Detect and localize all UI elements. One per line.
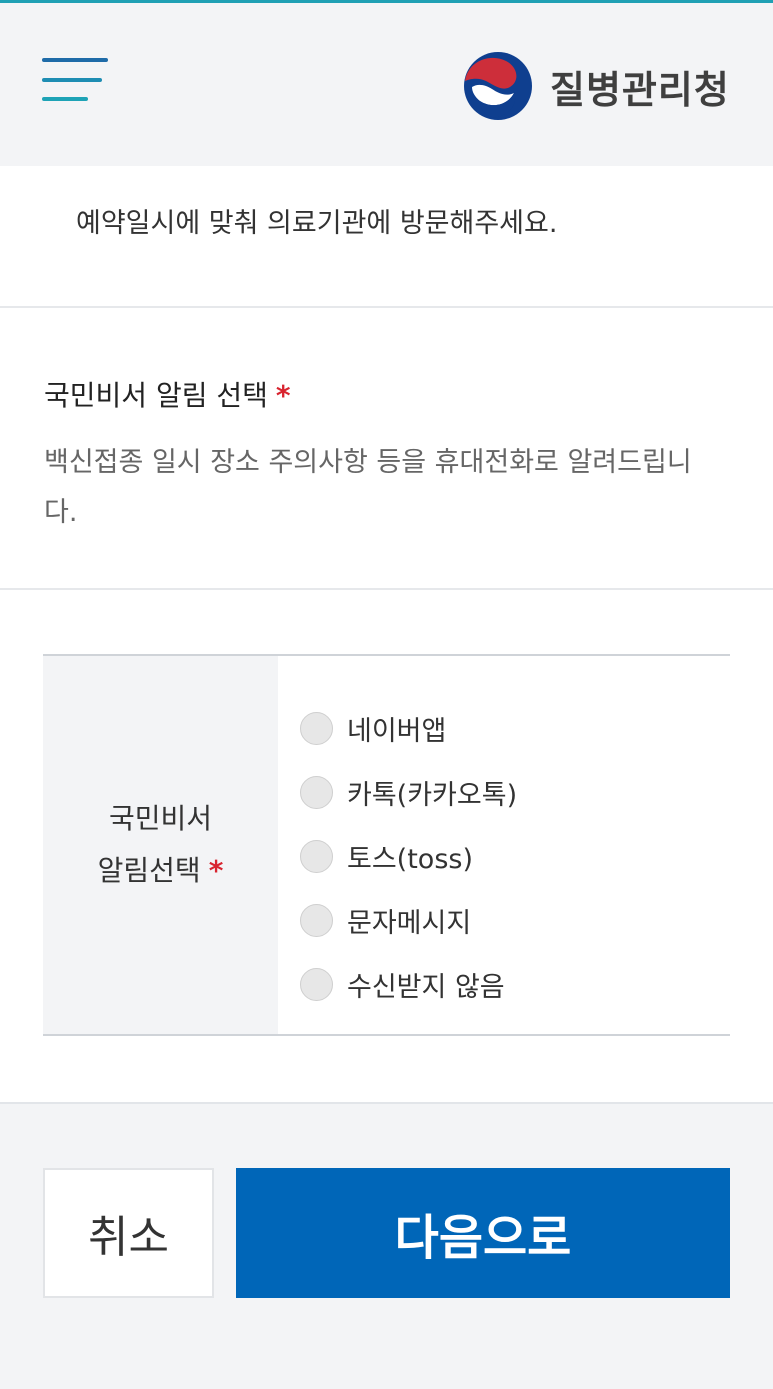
app-header: 질병관리청 — [0, 3, 773, 166]
radio-button[interactable] — [300, 775, 333, 809]
notify-section: 국민비서 알림 선택 * 백신접종 일시 장소 주의사항 등을 휴대전화로 알려드… — [0, 310, 773, 590]
radio-option-kakaotalk[interactable]: 카톡(카카오톡) — [300, 760, 730, 824]
required-mark: * — [275, 379, 291, 412]
radio-button[interactable] — [300, 967, 333, 1001]
section-description: 백신접종 일시 장소 주의사항 등을 휴대전화로 알려드립니다. — [44, 447, 692, 528]
logo-text: 질병관리청 — [550, 67, 730, 112]
radio-label: 수신받지 않음 — [347, 971, 505, 1003]
section-title: 국민비서 알림 선택 * — [44, 374, 291, 414]
bottom-action-bar: 취소 다음으로 — [0, 1102, 773, 1389]
next-button[interactable]: 다음으로 — [236, 1168, 730, 1298]
notice-text: 예약일시에 맞춰 의료기관에 방문해주세요. — [76, 208, 558, 239]
field-label-line2: 알림선택 — [97, 854, 201, 887]
radio-button[interactable] — [300, 903, 333, 937]
radio-label: 카톡(카카오톡) — [347, 779, 518, 811]
field-label-line1: 국민비서 — [108, 802, 213, 835]
radio-button[interactable] — [300, 839, 333, 873]
radio-group: 네이버앱 카톡(카카오톡) 토스(toss) 문자메시지 수신받지 않음 — [278, 656, 730, 1034]
radio-label: 토스(toss) — [347, 843, 473, 875]
radio-button[interactable] — [300, 711, 333, 745]
field-label: 국민비서 알림선택 * — [98, 793, 224, 897]
cancel-button[interactable]: 취소 — [43, 1168, 214, 1298]
taegeuk-emblem-icon — [464, 52, 532, 120]
table-header-cell: 국민비서 알림선택 * — [43, 656, 278, 1034]
radio-option-naver[interactable]: 네이버앱 — [300, 696, 730, 760]
radio-option-toss[interactable]: 토스(toss) — [300, 824, 730, 888]
reservation-notice: 예약일시에 맞춰 의료기관에 방문해주세요. — [0, 166, 773, 308]
section-title-text: 국민비서 알림 선택 — [44, 379, 268, 412]
hamburger-menu-icon[interactable] — [42, 58, 108, 106]
required-mark: * — [208, 854, 224, 887]
radio-label: 문자메시지 — [347, 907, 472, 939]
radio-option-sms[interactable]: 문자메시지 — [300, 888, 730, 952]
radio-label: 네이버앱 — [347, 715, 447, 747]
radio-option-none[interactable]: 수신받지 않음 — [300, 952, 730, 1016]
notify-select-table: 국민비서 알림선택 * 네이버앱 카톡(카카오톡) 토스(toss) 문자메시지 … — [43, 654, 730, 1036]
kdca-logo[interactable]: 질병관리청 — [462, 51, 730, 121]
